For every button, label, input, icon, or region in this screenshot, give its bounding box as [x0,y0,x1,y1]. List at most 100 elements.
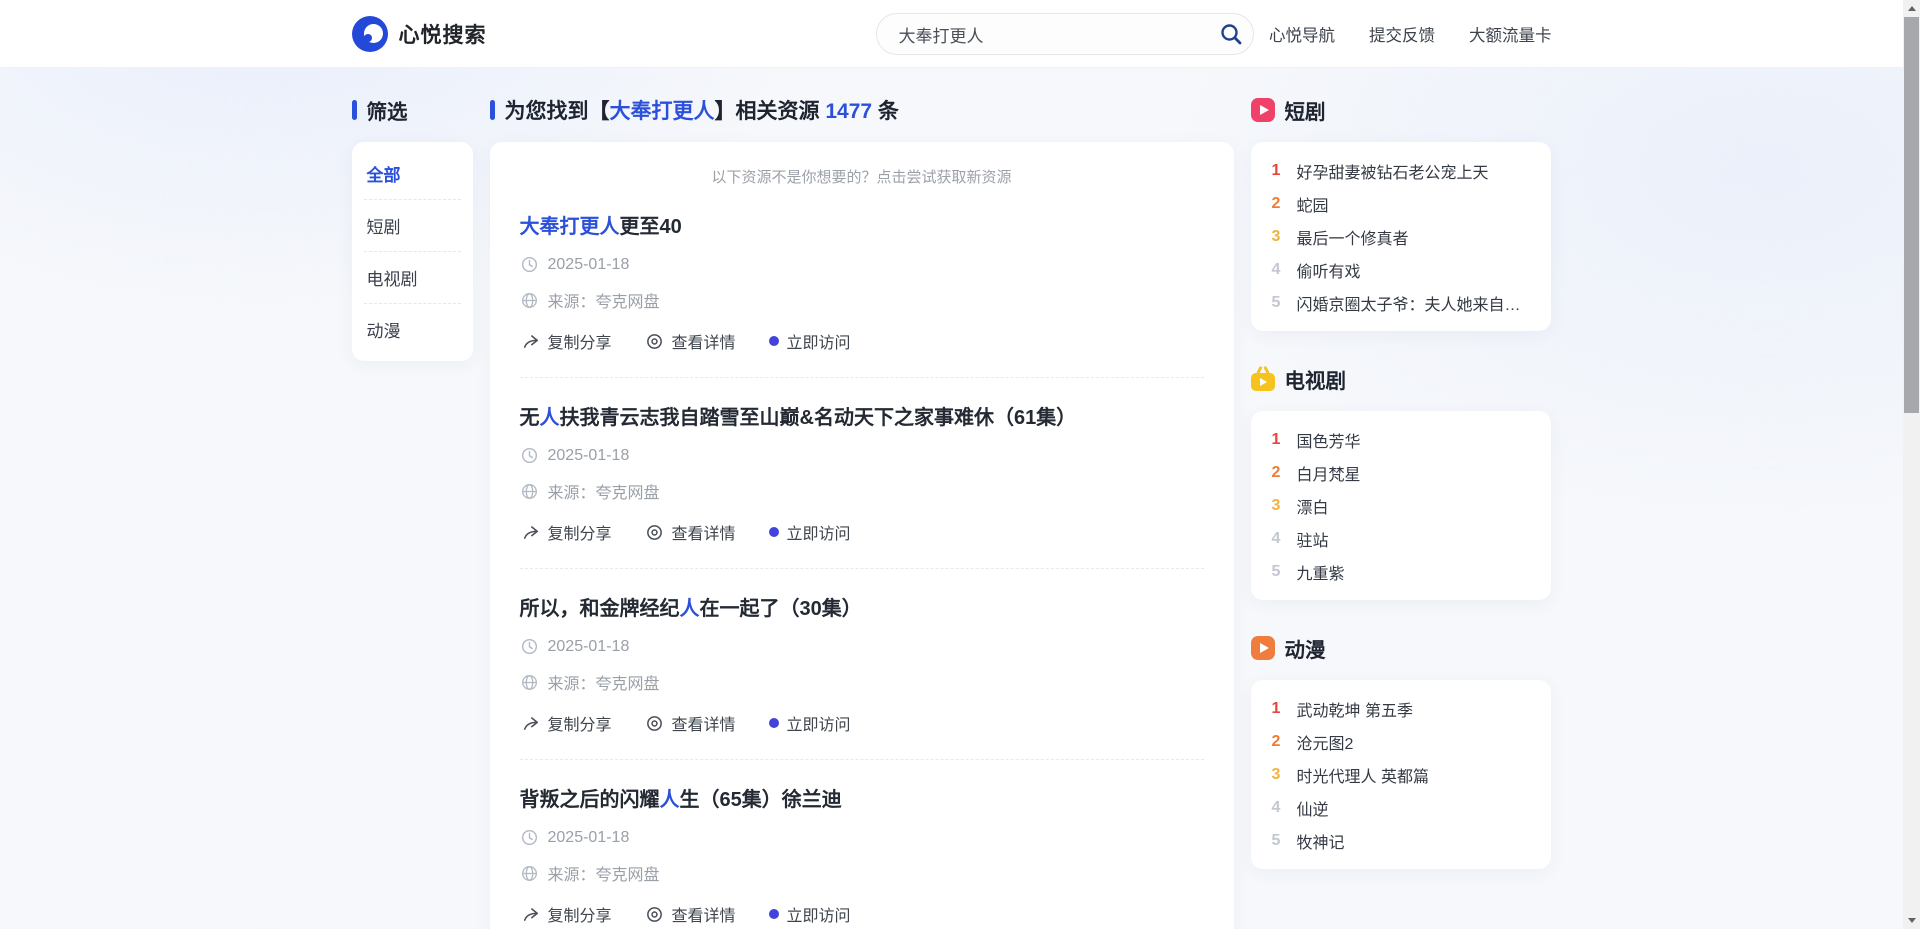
ranking-section-header: 电视剧 [1251,365,1551,393]
ranking-item[interactable]: 2蛇园 [1251,187,1551,220]
ranking-item[interactable]: 3漂白 [1251,489,1551,522]
ranking-label: 好孕甜妻被钻石老公宠上天 [1297,159,1489,183]
filter-column: 筛选 全部短剧电视剧动漫 [352,68,473,361]
visit-icon [769,527,779,537]
tv-body [1251,373,1275,391]
ranking-item[interactable]: 5 牧神记 [1251,824,1551,857]
view-detail-label: 查看详情 [672,902,736,926]
filter-item-all[interactable]: 全部 [364,148,461,199]
view-detail-button[interactable]: 查看详情 [645,711,736,735]
scroll-up-button[interactable] [1903,0,1920,17]
ranking-item[interactable]: 4偷听有戏 [1251,253,1551,286]
result-source: 来源：夸克网盘 [548,670,660,694]
header-logo[interactable]: 心悦搜索 [352,16,487,52]
ranking-item[interactable]: 4仙逆 [1251,791,1551,824]
header-nav: 心悦导航 提交反馈 大额流量卡 [1269,0,1552,67]
ranking-number: 4 [1269,799,1284,817]
copy-share-label: 复制分享 [548,902,612,926]
ranking-section-header: 短剧 [1251,96,1551,124]
nav-link-data-card[interactable]: 大额流量卡 [1469,22,1552,46]
result-title-text: 更至40 [620,216,682,238]
result-source-row: 来源：夸克网盘 [520,670,1204,694]
filter-item-tv-drama[interactable]: 电视剧 [364,251,461,303]
visit-now-button[interactable]: 立即访问 [769,520,851,544]
ranking-item[interactable]: 5闪婚京圈太子爷：夫人她来自农村 [1251,286,1551,319]
result-title[interactable]: 所以，和金牌经纪人在一起了（30集） [520,595,1204,623]
result-date: 2025-01-18 [548,829,630,847]
ranking-number: 4 [1269,261,1284,279]
copy-share-button[interactable]: 复制分享 [520,902,612,926]
ranking-item[interactable]: 1武动乾坤 第五季 [1251,692,1551,725]
ranking-item[interactable]: 4驻站 [1251,522,1551,555]
ranking-item[interactable]: 3时光代理人 英都篇 [1251,758,1551,791]
results-card: 以下资源不是你想要的？点击尝试获取新资源 大奉打更人更至40 2025-01-1… [490,142,1234,929]
refresh-notice[interactable]: 以下资源不是你想要的？点击尝试获取新资源 [520,166,1204,187]
result-title-text: 扶我青云志我自踏雪至山巅&名动天下之家事难休（61集） [560,407,1077,429]
ranking-label: 时光代理人 英都篇 [1297,763,1429,787]
nav-link-xinyue-nav[interactable]: 心悦导航 [1269,22,1335,46]
result-actions: 复制分享 查看详情 立即访问 [520,902,1204,926]
filter-item-anime[interactable]: 动漫 [364,303,461,355]
globe-icon [520,864,539,883]
copy-share-button[interactable]: 复制分享 [520,329,612,353]
view-detail-button[interactable]: 查看详情 [645,520,736,544]
result-date: 2025-01-18 [548,447,630,465]
result-title[interactable]: 无人扶我青云志我自踏雪至山巅&名动天下之家事难休（61集） [520,404,1204,432]
result-title-highlight: 大奉打更人 [520,216,620,238]
result-item: 大奉打更人更至40 2025-01-18 来源：夸克网盘 复制分享 [520,187,1204,378]
ranking-item[interactable]: 1国色芳华 [1251,423,1551,456]
nav-link-feedback[interactable]: 提交反馈 [1369,22,1435,46]
globe-icon [520,291,539,310]
logo-text: 心悦搜索 [399,19,487,49]
results-heading-prefix: 为您找到【 [505,100,610,123]
visit-now-label: 立即访问 [787,520,851,544]
scrollbar-track[interactable] [1903,0,1920,929]
view-detail-label: 查看详情 [672,329,736,353]
ranking-section-title: 动漫 [1285,633,1326,663]
result-item: 背叛之后的闪耀人生（65集）徐兰迪 2025-01-18 来源：夸克网盘 [520,760,1204,929]
result-list: 大奉打更人更至40 2025-01-18 来源：夸克网盘 复制分享 [520,187,1204,929]
copy-share-button[interactable]: 复制分享 [520,520,612,544]
result-title-text: 所以，和金牌经纪 [520,598,680,620]
scroll-down-button[interactable] [1903,912,1920,929]
visit-now-button[interactable]: 立即访问 [769,329,851,353]
ranking-number: 5 [1269,832,1284,850]
play-triangle [1260,643,1269,653]
visit-now-label: 立即访问 [787,711,851,735]
ranking-item[interactable]: 1好孕甜妻被钻石老公宠上天 [1251,154,1551,187]
result-title[interactable]: 背叛之后的闪耀人生（65集）徐兰迪 [520,786,1204,814]
copy-share-button[interactable]: 复制分享 [520,711,612,735]
logo-icon-dot [364,34,372,42]
ranking-label: 国色芳华 [1297,428,1361,452]
visit-now-button[interactable]: 立即访问 [769,711,851,735]
ranking-item[interactable]: 2白月梵星 [1251,456,1551,489]
ranking-item[interactable]: 3最后一个修真者 [1251,220,1551,253]
ranking-label: 牧神记 [1297,829,1345,853]
visit-now-button[interactable]: 立即访问 [769,902,851,926]
ranking-card: 1好孕甜妻被钻石老公宠上天2蛇园3最后一个修真者4偷听有戏5闪婚京圈太子爷：夫人… [1251,142,1551,331]
ranking-number: 5 [1269,563,1284,581]
visit-now-label: 立即访问 [787,329,851,353]
results-count: 1477 [825,100,872,123]
view-detail-button[interactable]: 查看详情 [645,329,736,353]
ranking-number: 1 [1269,700,1284,718]
filter-item-short-drama[interactable]: 短剧 [364,199,461,251]
page: 心悦搜索 心悦导航提交反馈大额流量卡 筛选 全部短剧电视剧动漫 [0,0,1903,929]
filter-title: 筛选 [367,95,408,125]
ranking-number: 4 [1269,530,1284,548]
ranking-item[interactable]: 2沧元图2 [1251,725,1551,758]
search-button[interactable] [1209,14,1253,54]
result-date: 2025-01-18 [548,256,630,274]
view-detail-button[interactable]: 查看详情 [645,902,736,926]
search-input[interactable] [877,14,1209,54]
result-title-highlight: 人 [660,789,680,811]
ranking-item[interactable]: 5九重紫 [1251,555,1551,588]
result-title[interactable]: 大奉打更人更至40 [520,213,1204,241]
result-item: 无人扶我青云志我自踏雪至山巅&名动天下之家事难休（61集） 2025-01-18… [520,378,1204,569]
result-source-row: 来源：夸克网盘 [520,288,1204,312]
ranking-section-title: 短剧 [1285,95,1326,125]
result-date-row: 2025-01-18 [520,255,1204,274]
clock-icon [520,828,539,847]
logo-icon-inner [364,24,383,43]
scrollbar-thumb[interactable] [1904,17,1919,413]
